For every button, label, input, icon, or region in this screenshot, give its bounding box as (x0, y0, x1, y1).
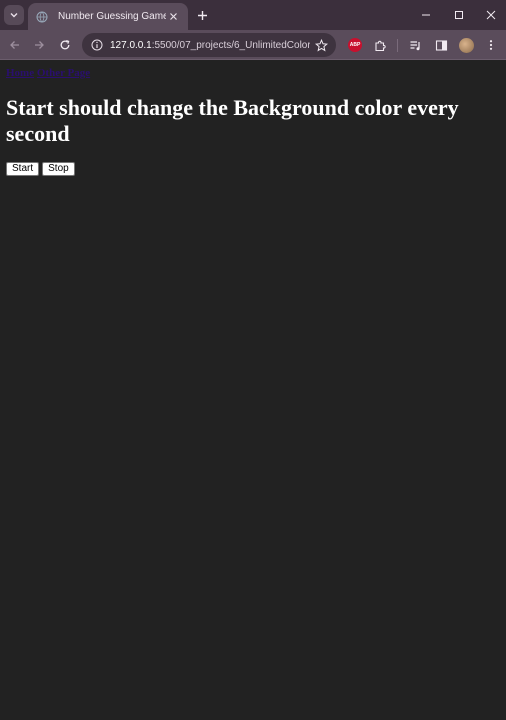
queue-music-icon (410, 40, 420, 50)
adblock-extension-button[interactable]: ABP (346, 36, 364, 54)
page-nav: Home Other Page (6, 67, 500, 80)
minimize-button[interactable] (418, 7, 434, 23)
page-title: Start should change the Background color… (6, 95, 459, 146)
extensions-button[interactable] (371, 36, 389, 54)
adblock-icon: ABP (348, 38, 362, 52)
more-vertical-icon (489, 40, 493, 50)
forward-button[interactable] (30, 36, 48, 54)
puzzle-icon (374, 40, 386, 51)
tab-close-button[interactable] (166, 10, 180, 24)
side-panel-button[interactable] (432, 36, 450, 54)
media-controls-button[interactable] (406, 36, 424, 54)
arrow-left-icon (10, 41, 19, 49)
back-button[interactable] (6, 36, 24, 54)
reload-icon (60, 40, 70, 50)
start-button[interactable]: Start (6, 162, 40, 176)
address-bar[interactable]: 127.0.0.1:5500/07_projects/6_UnlimitedCo… (82, 33, 336, 57)
minimize-icon (422, 14, 430, 16)
close-icon (169, 13, 177, 20)
bookmark-star-icon[interactable] (314, 38, 328, 52)
maximize-button[interactable] (451, 7, 467, 23)
site-info-icon[interactable] (90, 38, 104, 52)
plus-icon (197, 10, 207, 20)
browser-toolbar: 127.0.0.1:5500/07_projects/6_UnlimitedCo… (0, 30, 506, 60)
home-link[interactable]: Home (6, 67, 34, 79)
globe-icon (36, 11, 48, 22)
close-icon (486, 10, 496, 20)
other-page-link[interactable]: Other Page (37, 67, 90, 79)
url-path: :5500/07_projects/6_UnlimitedColor... (151, 39, 310, 51)
window-close-button[interactable] (483, 7, 499, 23)
tab-strip: Number Guessing Game (0, 0, 506, 30)
maximize-icon (455, 11, 463, 19)
arrow-right-icon (35, 41, 44, 49)
browser-menu-button[interactable] (482, 36, 500, 54)
page-content: Home Other Page Start should change the … (0, 61, 506, 720)
reload-button[interactable] (56, 36, 74, 54)
stop-button[interactable]: Stop (42, 162, 75, 176)
address-url: 127.0.0.1:5500/07_projects/6_UnlimitedCo… (110, 40, 310, 51)
active-tab[interactable]: Number Guessing Game (28, 3, 188, 30)
toolbar-divider (397, 39, 398, 52)
url-host: 127.0.0.1 (110, 39, 152, 51)
side-panel-icon (435, 39, 447, 51)
new-tab-button[interactable] (194, 7, 210, 23)
tab-title: Number Guessing Game (58, 11, 166, 22)
avatar (458, 37, 474, 53)
control-buttons: Start Stop (6, 162, 500, 176)
profile-button[interactable] (457, 36, 475, 54)
chevron-down-icon (10, 13, 18, 18)
tab-search-button[interactable] (4, 5, 24, 25)
